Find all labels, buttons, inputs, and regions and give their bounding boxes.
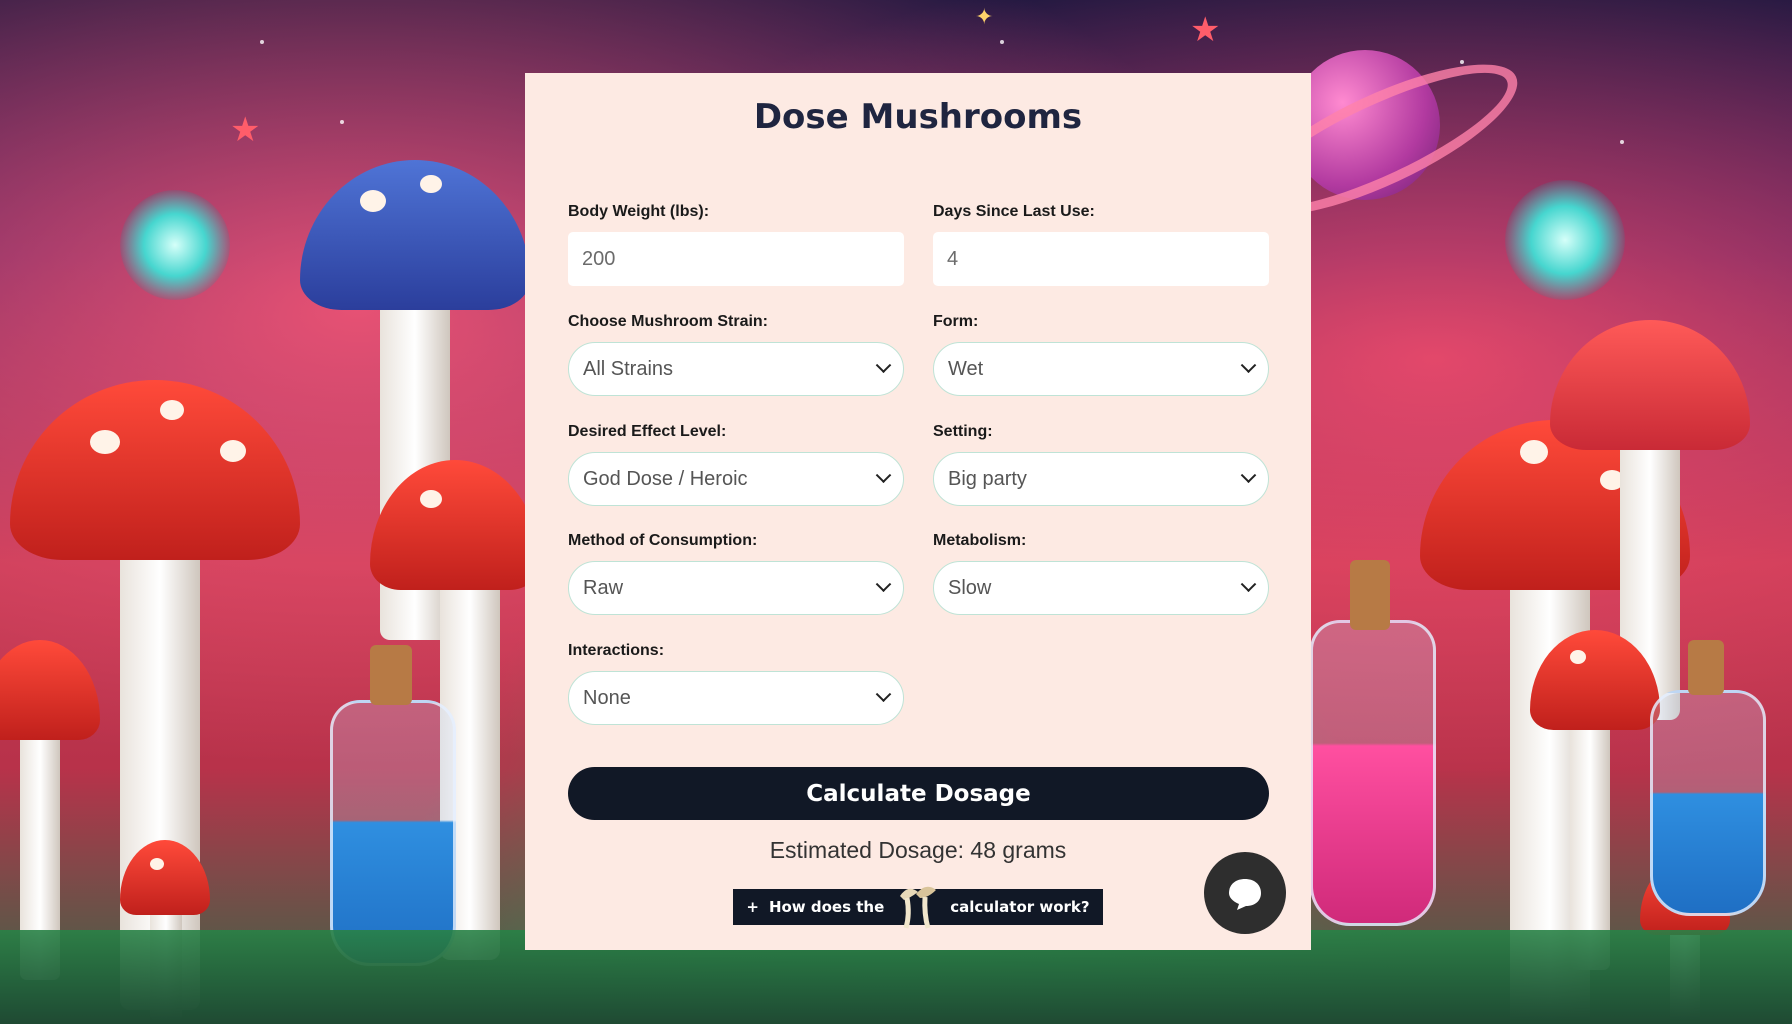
interactions-field: Interactions: None [568, 642, 904, 725]
chevron-down-icon [875, 575, 892, 592]
field-label: Days Since Last Use: [933, 203, 1095, 220]
method-select[interactable]: Raw [568, 561, 904, 615]
metabolism-field: Metabolism: Slow [933, 532, 1269, 615]
setting-field: Setting: Big party [933, 423, 1269, 506]
select-value: Raw [583, 576, 624, 599]
how-button-text-after: calculator work? [950, 898, 1090, 916]
calculator-panel: Dose Mushrooms Body Weight (lbs): 200 Da… [525, 73, 1311, 950]
chevron-down-icon [1240, 356, 1257, 373]
star-icon: ✦ [975, 5, 994, 30]
select-value: None [583, 686, 631, 709]
strain-select[interactable]: All Strains [568, 342, 904, 396]
potion-bottle [1650, 690, 1766, 916]
body-weight-field: Body Weight (lbs): 200 [568, 203, 904, 286]
interactions-select[interactable]: None [568, 671, 904, 725]
chevron-down-icon [1240, 575, 1257, 592]
page-title: Dose Mushrooms [753, 97, 1083, 137]
days-since-input[interactable]: 4 [933, 232, 1269, 286]
field-label: Setting: [933, 423, 993, 440]
select-value: All Strains [583, 357, 674, 380]
effect-select[interactable]: God Dose / Heroic [568, 452, 904, 506]
field-label: Interactions: [568, 642, 665, 659]
input-value: 4 [947, 247, 959, 270]
effect-field: Desired Effect Level: God Dose / Heroic [568, 423, 904, 506]
field-label: Form: [933, 313, 979, 330]
potion-bottle [330, 700, 456, 966]
chevron-down-icon [1240, 466, 1257, 483]
metabolism-select[interactable]: Slow [933, 561, 1269, 615]
field-label: Desired Effect Level: [568, 423, 727, 440]
glowing-orb [1505, 180, 1625, 300]
days-since-field: Days Since Last Use: 4 [933, 203, 1269, 286]
field-label: Body Weight (lbs): [568, 203, 710, 220]
how-button-text-before: How does the [768, 898, 885, 916]
body-weight-input[interactable]: 200 [568, 232, 904, 286]
strain-field: Choose Mushroom Strain: All Strains [568, 313, 904, 396]
estimated-dosage-text: Estimated Dosage: 48 grams [769, 837, 1067, 863]
how-calculator-works-button[interactable]: + How does the calculator work? [733, 886, 1103, 929]
chevron-down-icon [875, 466, 892, 483]
field-label: Choose Mushroom Strain: [568, 313, 769, 330]
input-value: 200 [582, 247, 616, 270]
glowing-orb [120, 190, 230, 300]
plus-icon: + [746, 898, 759, 916]
select-value: Big party [948, 467, 1027, 490]
bottle-cork [370, 645, 412, 705]
potion-bottle [1310, 620, 1436, 926]
calculate-dosage-button[interactable]: Calculate Dosage [568, 767, 1269, 820]
field-label: Method of Consumption: [568, 532, 758, 549]
bottle-cork [1688, 640, 1724, 695]
form-select[interactable]: Wet [933, 342, 1269, 396]
mushroom-icon [894, 882, 940, 932]
select-value: God Dose / Heroic [583, 467, 748, 490]
chevron-down-icon [875, 356, 892, 373]
star-icon: ★ [230, 110, 261, 150]
bottle-cork [1350, 560, 1390, 630]
select-value: Slow [948, 576, 992, 599]
chevron-down-icon [875, 685, 892, 702]
setting-select[interactable]: Big party [933, 452, 1269, 506]
form-field: Form: Wet [933, 313, 1269, 396]
star-icon: ★ [1190, 10, 1221, 50]
chat-bubble-icon[interactable] [1204, 852, 1286, 934]
select-value: Wet [948, 357, 984, 380]
method-field: Method of Consumption: Raw [568, 532, 904, 615]
field-label: Metabolism: [933, 532, 1027, 549]
